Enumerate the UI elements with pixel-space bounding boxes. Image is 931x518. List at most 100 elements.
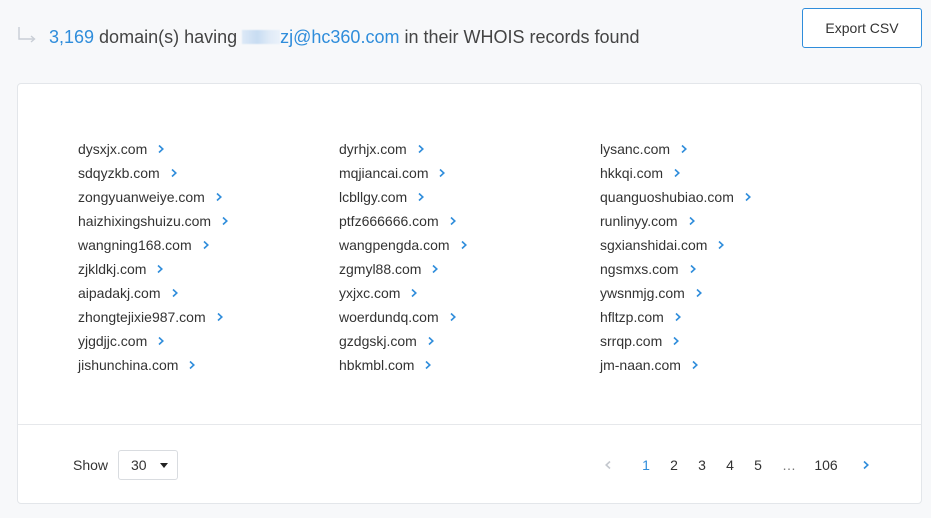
chevron-right-icon [863, 460, 869, 470]
domain-name: haizhixingshuizu.com [78, 213, 212, 229]
page-size-label: Show [73, 457, 109, 473]
page-last-button[interactable]: 106 [806, 450, 846, 480]
chevron-right-icon [673, 336, 680, 346]
domain-item[interactable]: lysanc.com [600, 137, 861, 161]
domain-item[interactable]: lcbllgy.com [339, 185, 600, 209]
domain-item[interactable]: hfltzp.com [600, 305, 861, 329]
chevron-right-icon [171, 168, 177, 178]
domain-item[interactable]: haizhixingshuizu.com [78, 209, 339, 233]
page-1-button[interactable]: 1 [632, 450, 660, 480]
page-5-button[interactable]: 5 [744, 450, 772, 480]
domain-item[interactable]: srrqp.com [600, 329, 861, 353]
domain-item[interactable]: zongyuanweiye.com [78, 185, 339, 209]
domain-name: ngsmxs.com [600, 261, 679, 277]
chevron-right-icon [432, 264, 439, 274]
chevron-right-icon [171, 288, 178, 298]
domain-results-card: dysxjx.com dyrhjx.com lysanc.com sdqyzkb.co… [17, 83, 922, 504]
domain-item[interactable]: hkkqi.com [600, 161, 861, 185]
result-count[interactable]: 3,169 [49, 27, 94, 47]
chevron-right-icon [217, 312, 223, 322]
page-size-value: 30 [131, 457, 147, 473]
next-page-button[interactable] [854, 450, 878, 480]
domain-item[interactable]: ngsmxs.com [600, 257, 861, 281]
domain-item[interactable]: quanguoshubiao.com [600, 185, 861, 209]
chevron-right-icon [203, 240, 209, 250]
domain-item[interactable]: dyrhjx.com [339, 137, 600, 161]
domain-item[interactable]: zhongtejixie987.com [78, 305, 339, 329]
domain-name: srrqp.com [600, 333, 663, 349]
domain-item[interactable]: sgxianshidai.com [600, 233, 861, 257]
chevron-right-icon [428, 336, 434, 346]
domain-item[interactable]: ywsnmjg.com [600, 281, 861, 305]
domain-item[interactable]: zjkldkj.com [78, 257, 339, 281]
chevron-right-icon [411, 288, 418, 298]
domain-name: woerdundq.com [339, 309, 439, 325]
domain-name: yjgdjjc.com [78, 333, 148, 349]
domain-list: dysxjx.com dyrhjx.com lysanc.com sdqyzkb.co… [78, 137, 878, 377]
chevron-right-icon [745, 192, 751, 202]
chevron-right-icon [690, 264, 696, 274]
domain-item[interactable]: dysxjx.com [78, 137, 339, 161]
domain-name: sdqyzkb.com [78, 165, 160, 181]
domain-name: dysxjx.com [78, 141, 148, 157]
chevron-right-icon [216, 192, 222, 202]
chevron-right-icon [675, 312, 681, 322]
domain-item[interactable]: mqjiancai.com [339, 161, 600, 185]
chevron-right-icon [450, 312, 456, 322]
chevron-right-icon [692, 360, 698, 370]
domain-item[interactable]: jm-naan.com [600, 353, 861, 377]
chevron-right-icon [718, 240, 725, 250]
redacted-email-prefix [242, 30, 281, 44]
domain-name: zongyuanweiye.com [78, 189, 205, 205]
domain-item[interactable]: zgmyl88.com [339, 257, 600, 281]
domain-name: yxjxc.com [339, 285, 401, 301]
domain-name: jm-naan.com [600, 357, 681, 373]
domain-item[interactable]: runlinyy.com [600, 209, 861, 233]
pagination: 1 2 3 4 5 … 106 [596, 450, 878, 480]
domain-item[interactable]: woerdundq.com [339, 305, 600, 329]
chevron-right-icon [158, 336, 165, 346]
export-csv-button[interactable]: Export CSV [802, 8, 922, 48]
prev-page-button[interactable] [596, 450, 620, 480]
pagination-ellipsis: … [782, 457, 796, 473]
domain-name: gzdgskj.com [339, 333, 417, 349]
chevron-right-icon [439, 168, 446, 178]
chevron-right-icon [460, 240, 467, 250]
domain-item[interactable]: gzdgskj.com [339, 329, 600, 353]
domain-name: ptfz666666.com [339, 213, 439, 229]
domain-name: lysanc.com [600, 141, 671, 157]
domain-item[interactable]: wangpengda.com [339, 233, 600, 257]
domain-item[interactable]: yxjxc.com [339, 281, 600, 305]
domain-item[interactable]: aipadakj.com [78, 281, 339, 305]
domain-item[interactable]: wangning168.com [78, 233, 339, 257]
chevron-right-icon [425, 360, 432, 370]
title-text-before: domain(s) having [94, 27, 243, 47]
domain-name: sgxianshidai.com [600, 237, 708, 253]
chevron-right-icon [674, 168, 681, 178]
domain-item[interactable]: hbkmbl.com [339, 353, 600, 377]
searched-email[interactable]: zj@hc360.com [242, 27, 399, 47]
chevron-right-icon [158, 144, 165, 154]
domain-name: lcbllgy.com [339, 189, 408, 205]
domain-name: wangning168.com [78, 237, 192, 253]
domain-name: wangpengda.com [339, 237, 450, 253]
chevron-right-icon [681, 144, 688, 154]
page-3-button[interactable]: 3 [688, 450, 716, 480]
page-2-button[interactable]: 2 [660, 450, 688, 480]
domain-item[interactable]: sdqyzkb.com [78, 161, 339, 185]
page-size-select[interactable]: 30 [118, 450, 178, 480]
domain-name: zhongtejixie987.com [78, 309, 206, 325]
domain-item[interactable]: yjgdjjc.com [78, 329, 339, 353]
domain-name: hfltzp.com [600, 309, 664, 325]
title-text-after: in their WHOIS records found [399, 27, 640, 47]
searched-email-visible: zj@hc360.com [280, 27, 400, 47]
results-header: 3,169 domain(s) having zj@hc360.com in t… [0, 0, 931, 74]
chevron-right-icon [157, 264, 164, 274]
chevron-right-icon [689, 216, 695, 226]
domain-name: zjkldkj.com [78, 261, 147, 277]
page-4-button[interactable]: 4 [716, 450, 744, 480]
domain-name: runlinyy.com [600, 213, 678, 229]
domain-item[interactable]: ptfz666666.com [339, 209, 600, 233]
domain-item[interactable]: jishunchina.com [78, 353, 339, 377]
chevron-right-icon [189, 360, 196, 370]
